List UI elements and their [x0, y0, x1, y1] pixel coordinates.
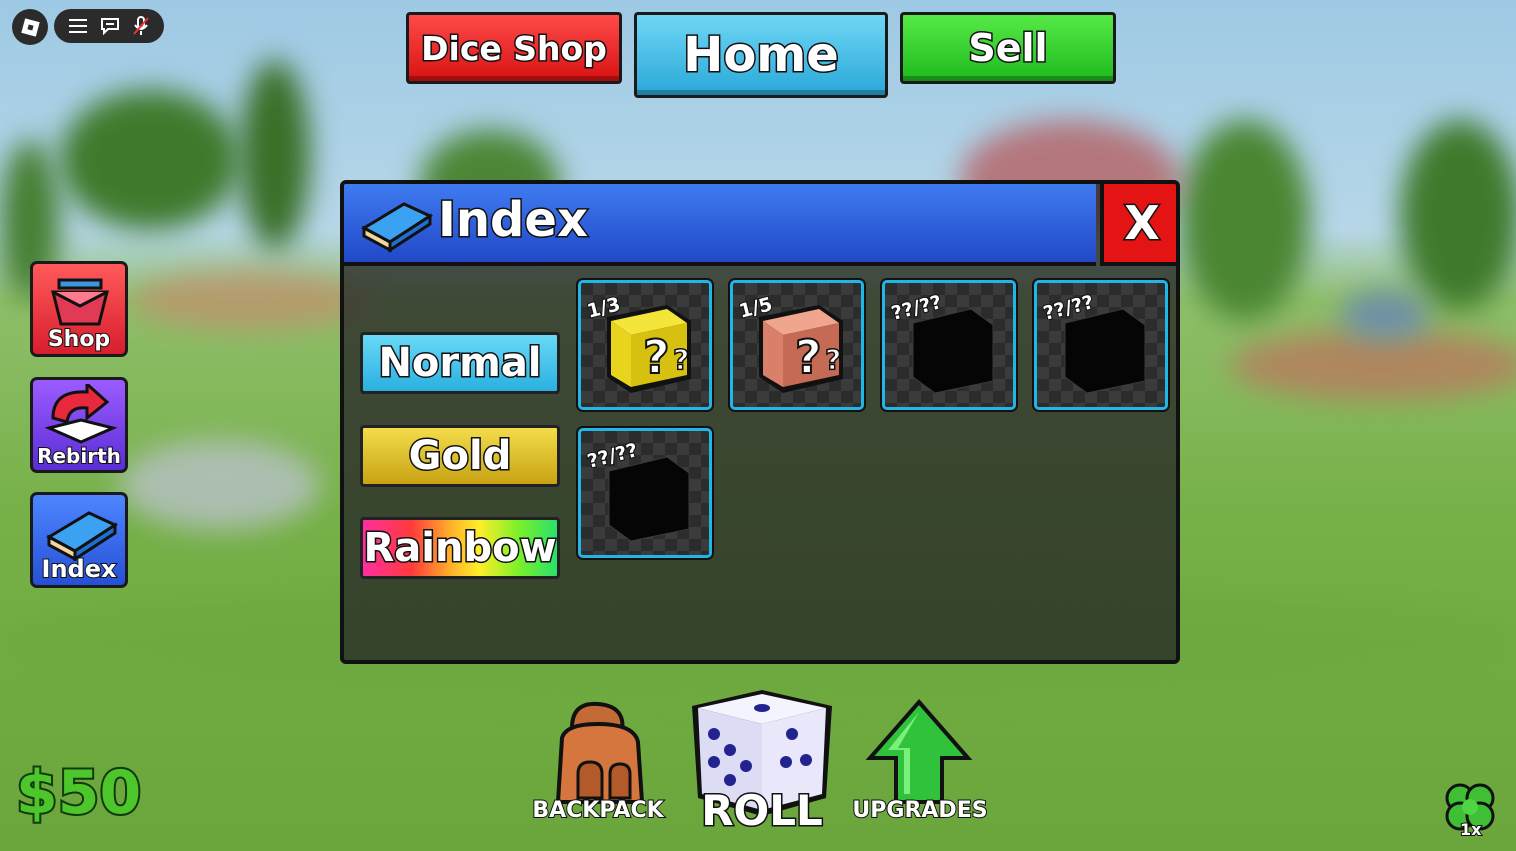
sell-label: Sell	[967, 25, 1049, 72]
svg-text:?: ?	[643, 330, 670, 384]
category-label: Gold	[407, 432, 513, 481]
sidebar-item-label: Shop	[47, 326, 111, 353]
book-icon	[45, 511, 119, 561]
roll-button[interactable]: ROLL	[682, 688, 842, 838]
shop-basket-icon	[51, 278, 109, 326]
index-tile[interactable]: ??/??	[882, 280, 1016, 410]
close-button[interactable]: X	[1100, 184, 1176, 266]
category-gold-button[interactable]: Gold	[360, 425, 560, 487]
sidebar-item-rebirth[interactable]: Rebirth	[30, 377, 128, 473]
roll-label: ROLL	[700, 785, 825, 837]
up-arrow-icon	[865, 698, 973, 804]
microphone-muted-icon[interactable]	[132, 16, 150, 36]
close-icon: X	[1123, 195, 1162, 252]
luck-multiplier-badge[interactable]: 1x	[1440, 778, 1504, 842]
rebirth-arrow-icon	[44, 384, 118, 444]
backpack-label: BACKPACK	[531, 797, 664, 824]
money-counter: $50	[14, 756, 143, 830]
home-label: Home	[682, 26, 841, 85]
category-normal-button[interactable]: Normal	[360, 332, 560, 394]
dice-shop-button[interactable]: Dice Shop	[406, 12, 622, 84]
upgrades-button[interactable]: UPGRADES	[850, 698, 990, 828]
index-tile[interactable]: ??/??	[578, 428, 712, 558]
backpack-icon	[555, 701, 645, 804]
category-label: Rainbow	[362, 524, 558, 573]
book-icon	[360, 202, 434, 253]
dice-shop-label: Dice Shop	[420, 27, 609, 69]
index-tile[interactable]: ? ? 1/3	[578, 280, 712, 410]
luck-multiplier-label: 1x	[1459, 819, 1482, 840]
roblox-menu-bar	[54, 9, 164, 43]
index-panel-title: Index	[437, 191, 590, 250]
index-panel: Index X Normal Gold Rainbow ? ? 1/3 ? ?	[340, 180, 1180, 664]
index-panel-header: Index	[344, 184, 1096, 266]
backpack-button[interactable]: BACKPACK	[528, 698, 668, 828]
sidebar-item-label: Rebirth	[36, 443, 122, 469]
hamburger-menu-icon[interactable]	[68, 18, 88, 34]
sidebar-item-shop[interactable]: Shop	[30, 261, 128, 357]
svg-text:?: ?	[825, 343, 841, 376]
sidebar-item-label: Index	[41, 554, 118, 584]
index-tile[interactable]: ??/??	[1034, 280, 1168, 410]
sell-button[interactable]: Sell	[900, 12, 1116, 84]
sidebar-item-index[interactable]: Index	[30, 492, 128, 588]
roblox-logo-button[interactable]	[12, 9, 48, 45]
category-rainbow-button[interactable]: Rainbow	[360, 517, 560, 579]
home-button[interactable]: Home	[634, 12, 888, 98]
upgrades-label: UPGRADES	[851, 797, 988, 824]
category-label: Normal	[377, 339, 543, 388]
svg-text:?: ?	[673, 343, 689, 376]
chat-icon[interactable]	[100, 17, 120, 35]
index-tile[interactable]: ? ? 1/5	[730, 280, 864, 410]
svg-text:?: ?	[795, 330, 822, 384]
